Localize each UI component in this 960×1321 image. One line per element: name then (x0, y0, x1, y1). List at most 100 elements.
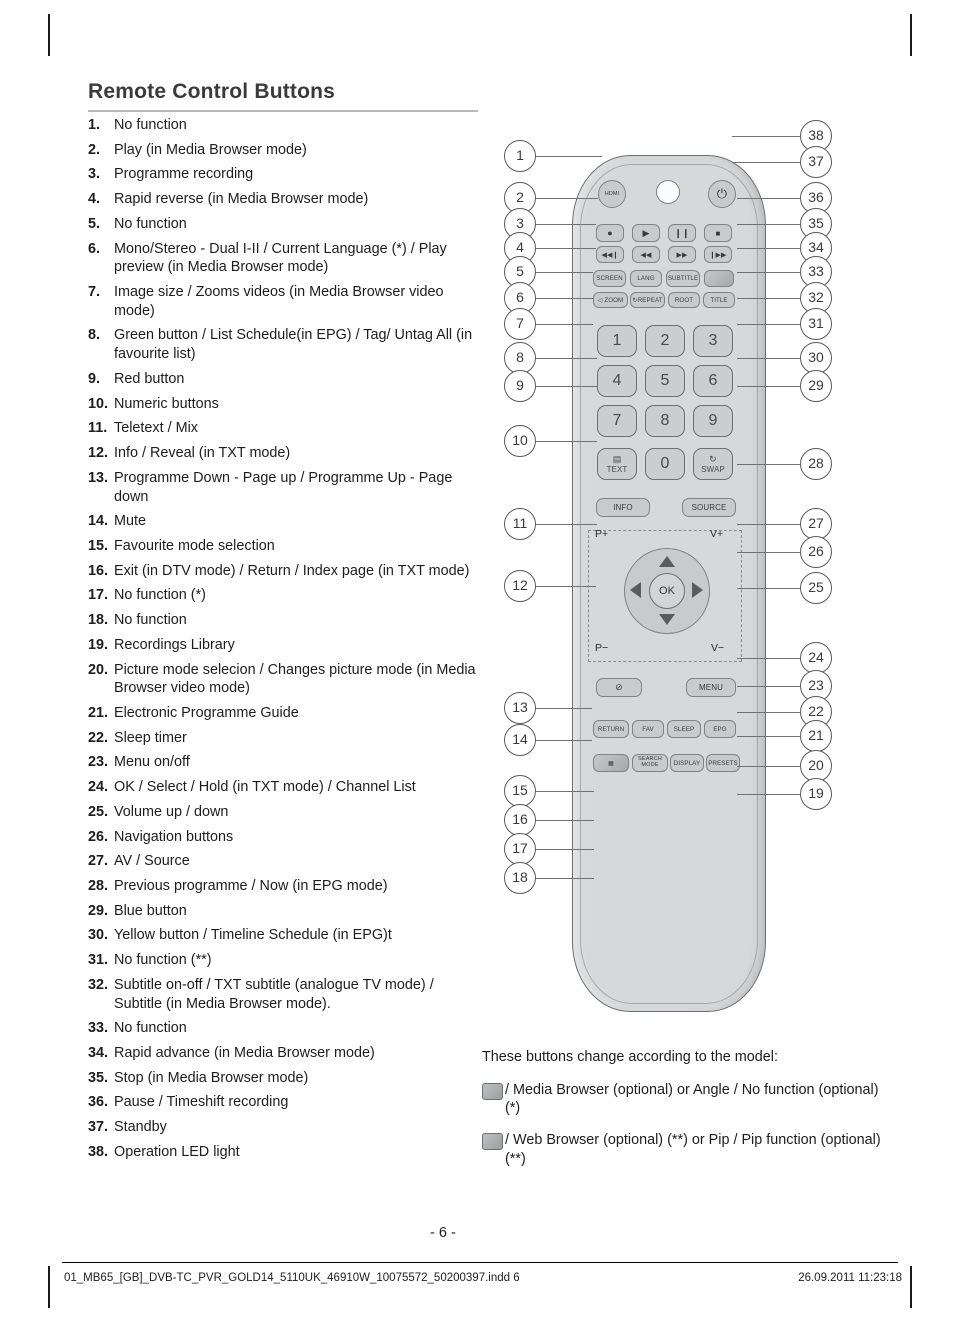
list-item-text: No function (114, 215, 187, 232)
callout-4-leader (536, 248, 596, 249)
list-item: 28. Previous programme / Now (in EPG mode… (88, 877, 483, 896)
list-item-number: 27. (88, 853, 109, 870)
list-item-number: 38. (88, 1143, 109, 1160)
list-item: 18. No function (88, 611, 483, 630)
key-number-1: 1 (597, 325, 637, 357)
key-epg: EPG (704, 720, 736, 738)
list-item-text: Subtitle on-off / TXT subtitle (analogue… (114, 976, 434, 1012)
list-item-number: 25. (88, 803, 109, 820)
list-item: 8. Green button / List Schedule(in EPG) /… (88, 326, 483, 363)
crop-mark-bottom-left (48, 1266, 50, 1308)
list-item-number: 19. (88, 636, 109, 653)
list-item-text: No function (114, 1020, 187, 1037)
list-item-text: Rapid advance (in Media Browser mode) (114, 1045, 375, 1062)
callout-28: 28 (800, 448, 832, 480)
callout-11-leader (536, 524, 597, 525)
callout-10-leader (536, 441, 597, 442)
callout-37: 37 (800, 146, 832, 178)
label-v-minus: V− (711, 642, 725, 654)
callout-14: 14 (504, 724, 536, 756)
list-item: 9. Red button (88, 370, 483, 389)
list-item: 21. Electronic Programme Guide (88, 704, 483, 723)
callout-1: 1 (504, 140, 536, 172)
web-browser-icon (482, 1133, 503, 1151)
list-item-text: Volume up / down (114, 803, 229, 820)
list-item-text: Rapid reverse (in Media Browser mode) (114, 191, 369, 208)
list-item-text: Yellow button / Timeline Schedule (in EP… (114, 927, 392, 944)
list-item-number: 21. (88, 704, 109, 721)
list-item-number: 26. (88, 828, 109, 845)
footer-divider (62, 1262, 898, 1263)
key-lang: LANG (630, 270, 662, 287)
key-number-9: 9 (693, 405, 733, 437)
list-item: 10. Numeric buttons (88, 395, 483, 414)
callout-8-leader (536, 358, 597, 359)
list-item: 15. Favourite mode selection (88, 537, 483, 556)
list-item-number: 33. (88, 1020, 109, 1037)
key-text: ▤ TEXT (597, 448, 637, 480)
list-item-text: Blue button (114, 902, 187, 919)
callout-17: 17 (504, 833, 536, 865)
list-item: 11. Teletext / Mix (88, 419, 483, 438)
list-item-text: Stop (in Media Browser mode) (114, 1069, 309, 1086)
key-fav: FAV (632, 720, 664, 738)
callout-15-leader (536, 791, 594, 792)
list-item: 1. No function (88, 116, 483, 135)
list-item: 2. Play (in Media Browser mode) (88, 141, 483, 160)
crop-mark-top-left (48, 14, 50, 56)
key-skip-back: ◀◀❙ (596, 246, 624, 263)
key-repeat: ↻REPEAT (630, 292, 665, 308)
callout-28-leader (737, 464, 800, 465)
key-number-0: 0 (645, 448, 685, 480)
list-item: 13. Programme Down - Page up / Programme … (88, 469, 483, 506)
list-item: 38. Operation LED light (88, 1143, 483, 1162)
model-notes: These buttons change according to the mo… (482, 1048, 882, 1182)
list-item-number: 15. (88, 537, 109, 554)
list-item: 30. Yellow button / Timeline Schedule (in… (88, 926, 483, 945)
callout-29: 29 (800, 370, 832, 402)
list-item-text: Image size / Zooms videos (in Media Brow… (114, 284, 444, 319)
key-skip-forward: ❙▶▶ (704, 246, 732, 263)
dpad-right-arrow (692, 582, 703, 598)
list-item-number: 32. (88, 976, 109, 993)
callout-35-leader (737, 224, 800, 225)
callout-31-leader (737, 324, 800, 325)
list-item: 7. Image size / Zooms videos (in Media Br… (88, 283, 483, 320)
callout-37-leader (732, 162, 800, 163)
list-item-number: 2. (88, 141, 101, 158)
list-item: 27. AV / Source (88, 852, 483, 871)
key-rewind: ◀◀ (632, 246, 660, 263)
list-item: 5. No function (88, 215, 483, 234)
list-item-text: Programme recording (114, 166, 254, 183)
key-media-browser: ▦ (593, 754, 629, 772)
list-item-number: 4. (88, 191, 101, 208)
key-hdmi: HDMI (598, 180, 626, 208)
key-power: ⏻ (708, 180, 736, 208)
callout-13-leader (536, 708, 592, 709)
list-item-number: 23. (88, 754, 109, 771)
key-pause: ❙❙ (668, 224, 696, 242)
notes-intro: These buttons change according to the mo… (482, 1049, 778, 1065)
key-presets: PRESETS (706, 754, 740, 772)
list-item-text: Menu on/off (114, 754, 190, 771)
list-item-number: 7. (88, 284, 101, 301)
list-item-text: No function (**) (114, 952, 212, 969)
callout-1-leader (536, 156, 602, 157)
list-item-text: Standby (114, 1119, 167, 1136)
list-item: 23. Menu on/off (88, 753, 483, 772)
list-item: 35. Stop (in Media Browser mode) (88, 1069, 483, 1088)
list-item: 6. Mono/Stereo - Dual I-II / Current Lang… (88, 240, 483, 277)
key-stop: ■ (704, 224, 732, 242)
list-item-number: 3. (88, 166, 101, 183)
callout-15: 15 (504, 775, 536, 807)
crop-mark-bottom-right (910, 1266, 912, 1308)
key-subtitle: SUBTITLE (666, 270, 700, 287)
dpad-left-arrow (630, 582, 641, 598)
callout-13: 13 (504, 692, 536, 724)
callout-12: 12 (504, 570, 536, 602)
list-item: 33. No function (88, 1019, 483, 1038)
note-item-2: / Web Browser (optional) (**) or Pip / P… (482, 1131, 882, 1168)
callout-12-leader (536, 586, 596, 587)
list-item-number: 16. (88, 562, 109, 579)
callout-21-leader (737, 736, 800, 737)
